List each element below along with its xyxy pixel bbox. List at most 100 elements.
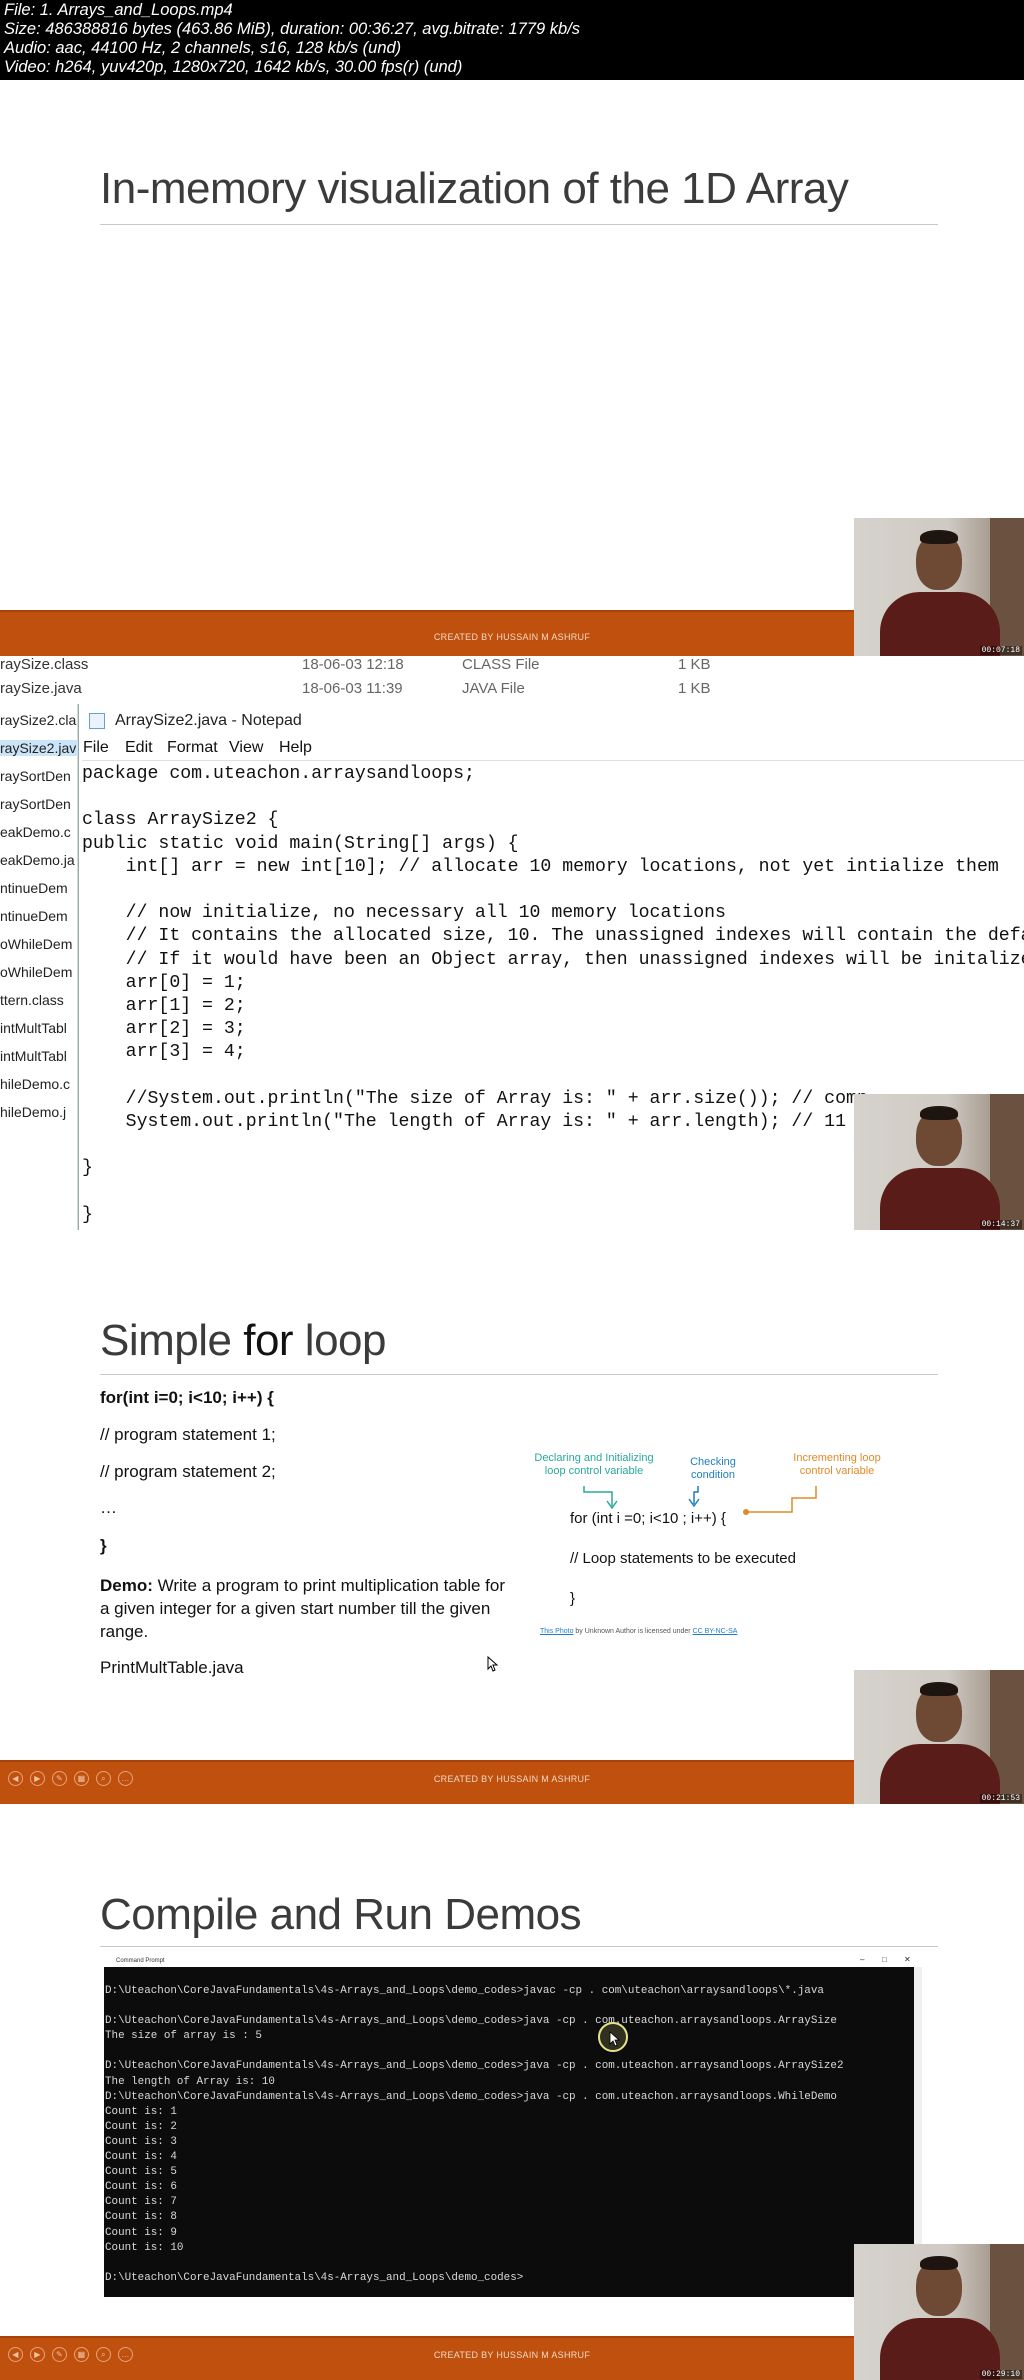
minimize-icon[interactable]: – [860,1955,864,1964]
label-init: Declaring and Initializing loop control … [534,1452,654,1477]
explorer-filename: raySize.java [0,680,82,697]
terminal-title: Command Prompt [116,1958,165,1964]
click-highlight-icon [598,2022,628,2052]
maximize-icon[interactable]: □ [882,1955,887,1964]
mouse-cursor-icon [487,1656,499,1672]
menu-edit[interactable]: Edit [125,739,153,757]
demo-label: Demo: [100,1576,153,1595]
demo-text: Demo: Write a program to print multiplic… [100,1574,510,1643]
side-item[interactable]: raySize2.cla [0,712,78,728]
menu-help[interactable]: Help [279,739,312,757]
webcam-overlay: 00:29:10 [854,2244,1024,2380]
notepad-menubar: File Edit Format View Help [79,736,1024,760]
notepad-titlebar[interactable]: ArraySize2.java - Notepad [79,704,1024,736]
diagram-for: for (int i =0; i<10 ; i++) { [570,1510,726,1527]
explorer-sidebar: raySize2.cla raySize2.jav raySortDen ray… [0,704,78,1230]
code-line: … [100,1498,117,1517]
timestamp: 00:07:18 [979,646,1022,655]
menu-format[interactable]: Format [167,739,218,757]
next-slide-icon[interactable]: ▶ [30,2347,45,2362]
thumbnail-frame-2: raySize.class 18-06-03 12:18 CLASS File … [0,656,1024,1230]
image-credit: This Photo by Unknown Author is licensed… [540,1628,737,1635]
terminal-output[interactable]: D:\Uteachon\CoreJavaFundamentals\4s-Arra… [104,1984,914,2314]
side-item[interactable]: raySize2.jav [0,740,78,756]
side-item[interactable]: hileDemo.j [0,1104,78,1120]
title-rule [100,224,938,225]
side-item[interactable]: intMultTabl [0,1020,78,1036]
next-slide-icon[interactable]: ▶ [30,1771,45,1786]
title-rule [100,1946,938,1947]
thumbnail-frame-1: In-memory visualization of the 1D Array … [0,80,1024,656]
explorer-type: JAVA File [462,680,525,697]
window-title: ArraySize2.java - Notepad [115,712,302,729]
demo-filename: PrintMultTable.java [100,1658,244,1677]
title-keyword: for [243,1316,294,1365]
side-item[interactable]: hileDemo.c [0,1076,78,1092]
side-item[interactable]: oWhileDem [0,964,78,980]
side-item[interactable]: ntinueDem [0,908,78,924]
webcam-overlay: 00:07:18 [854,518,1024,656]
title-part: loop [293,1316,387,1365]
diagram-close: } [570,1590,576,1607]
audio-info: Audio: aac, 44100 Hz, 2 channels, s16, 1… [4,39,402,57]
slide-title: In-memory visualization of the 1D Array [100,164,849,213]
code-line: // program statement 1; [100,1425,276,1444]
explorer-type: CLASS File [462,656,540,673]
diagram-body: // Loop statements to be executed [570,1550,796,1567]
pen-icon[interactable]: ✎ [52,1771,67,1786]
side-item[interactable]: eakDemo.c [0,824,78,840]
thumbnail-frame-4: Compile and Run Demos Command Prompt – □… [0,1804,1024,2380]
video-info: Video: h264, yuv420p, 1280x720, 1642 kb/… [4,58,463,76]
zoom-icon[interactable]: ⌕ [96,2347,111,2362]
file-size: Size: 486388816 bytes (463.86 MiB), dura… [4,20,581,38]
side-item[interactable]: ttern.class [0,992,78,1008]
explorer-date: 18-06-03 11:39 [302,680,403,697]
demo-description: Write a program to print multiplication … [100,1576,506,1641]
webcam-overlay: 00:21:53 [854,1670,1024,1804]
prev-slide-icon[interactable]: ◀ [8,2347,23,2362]
code-line: } [100,1536,107,1555]
side-item[interactable]: eakDemo.ja [0,852,78,868]
file-info-header: File: 1. Arrays_and_Loops.mp4 Size: 4863… [0,0,1024,80]
explorer-filename: raySize.class [0,656,89,673]
timestamp: 00:14:37 [979,1220,1022,1229]
close-icon[interactable]: ✕ [904,1955,911,1964]
zoom-icon[interactable]: ⌕ [96,1771,111,1786]
more-options-icon[interactable]: … [118,1771,133,1786]
thumbnail-frame-3: Simple for loop for(int i=0; i<10; i++) … [0,1230,1024,1804]
side-item[interactable]: oWhileDem [0,936,78,952]
explorer-date: 18-06-03 12:18 [302,656,404,673]
file-name: File: 1. Arrays_and_Loops.mp4 [4,1,233,19]
title-part: Simple [100,1316,244,1365]
license-link[interactable]: CC BY-NC-SA [693,1628,738,1635]
timestamp: 00:29:10 [979,2370,1022,2379]
terminal-titlebar[interactable]: Command Prompt – □ ✕ [104,1955,922,1967]
explorer-row[interactable]: raySize.java 18-06-03 11:39 JAVA File 1 … [0,676,1024,702]
timestamp: 00:21:53 [979,1794,1022,1803]
label-check: Checking condition [690,1456,736,1481]
slides-icon[interactable]: ▦ [74,1771,89,1786]
menu-file[interactable]: File [83,739,109,757]
side-item[interactable]: ntinueDem [0,880,78,896]
code-line: // program statement 2; [100,1462,276,1481]
side-item[interactable]: raySortDen [0,796,78,812]
credit-link[interactable]: This Photo [540,1628,573,1635]
explorer-size: 1 KB [678,680,711,697]
explorer-row[interactable]: raySize.class 18-06-03 12:18 CLASS File … [0,656,1024,678]
pen-icon[interactable]: ✎ [52,2347,67,2362]
label-incr: Incrementing loop control variable [793,1452,881,1477]
side-item[interactable]: raySortDen [0,768,78,784]
notepad-icon [89,713,105,729]
side-item[interactable]: intMultTabl [0,1048,78,1064]
file-explorer: raySize.class 18-06-03 12:18 CLASS File … [0,656,1024,704]
menu-view[interactable]: View [229,739,263,757]
slide-title: Compile and Run Demos [100,1890,582,1939]
credit-text: by Unknown Author is licensed under [573,1628,693,1635]
webcam-overlay: 00:14:37 [854,1094,1024,1230]
more-options-icon[interactable]: … [118,2347,133,2362]
prev-slide-icon[interactable]: ◀ [8,1771,23,1786]
explorer-size: 1 KB [678,656,711,673]
slides-icon[interactable]: ▦ [74,2347,89,2362]
code-line: for(int i=0; i<10; i++) { [100,1388,274,1407]
slide-title: Simple for loop [100,1316,386,1366]
